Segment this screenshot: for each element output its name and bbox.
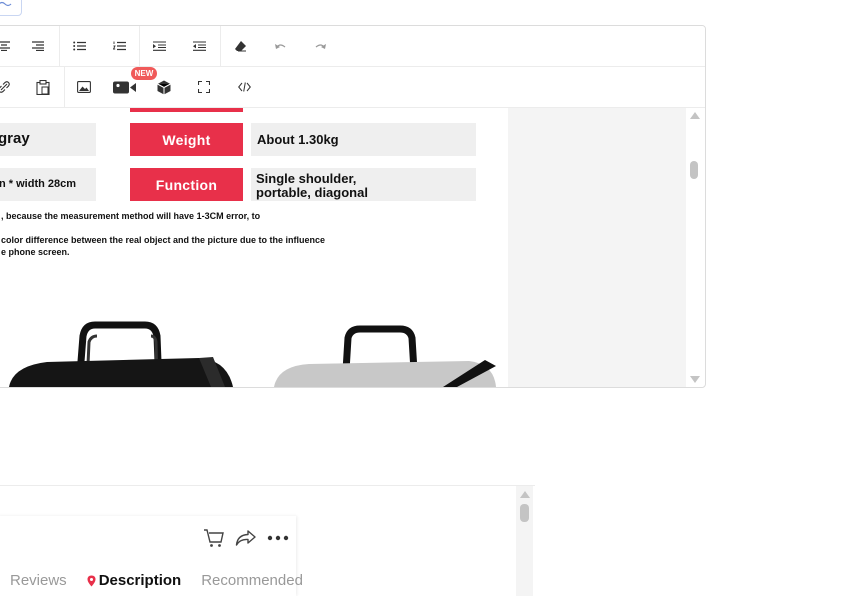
measurement-note: , because the measurement method will ha… [1, 211, 261, 221]
fullscreen-icon [198, 81, 210, 93]
image-icon [77, 81, 91, 93]
video-camera-icon [113, 81, 136, 93]
location-pin-icon [87, 575, 96, 586]
more-options-icon[interactable] [267, 535, 291, 541]
tab-reviews[interactable]: Reviews [10, 572, 67, 589]
spec-value-cell: About 1.30kg [251, 123, 476, 156]
scroll-thumb[interactable] [520, 504, 529, 522]
spec-value-cell: Single shoulder, portable, diagonal [251, 168, 476, 201]
scroll-up-arrow-icon[interactable] [520, 491, 530, 498]
gray-bag-image [274, 325, 496, 387]
spec-function-value-line1: Single shoulder, [256, 171, 357, 186]
indent-button[interactable] [148, 36, 170, 56]
outdent-button[interactable] [188, 36, 210, 56]
source-code-button[interactable] [233, 77, 255, 97]
scroll-up-arrow-icon[interactable] [690, 112, 700, 119]
clear-format-button[interactable] [229, 36, 251, 56]
spec-weight-value: About 1.30kg [257, 132, 339, 147]
product-tabs: Reviews Description Recommended [10, 572, 323, 589]
color-note-cont: e phone screen. [1, 247, 70, 257]
black-bag-image [9, 321, 233, 387]
spec-value-cell: gray [0, 123, 96, 156]
preview-scrollbar[interactable] [516, 486, 533, 596]
editor-toolbar-row-1 [0, 26, 705, 67]
toolbar-divider [220, 26, 221, 66]
rich-text-editor: NEW gray Weight About 1.30kg n * width 2… [0, 25, 706, 388]
align-center-icon [0, 41, 10, 51]
eraser-icon [234, 41, 246, 52]
spec-value-cell: n * width 28cm [0, 168, 96, 201]
link-chip[interactable] [0, 0, 22, 16]
insert-video-button[interactable] [112, 77, 138, 97]
undo-icon [274, 44, 285, 49]
link-icon [0, 81, 10, 93]
editor-toolbar-row-2: NEW [0, 67, 705, 108]
product-header-card: Reviews Description Recommended [0, 516, 303, 596]
cart-icon[interactable] [203, 528, 225, 548]
spec-size-value: n * width 28cm [0, 178, 77, 190]
insert-image-button[interactable] [73, 77, 95, 97]
numbered-list-button[interactable] [108, 36, 130, 56]
tab-recommended[interactable]: Recommended [201, 572, 303, 589]
spec-label-function: Function [130, 168, 243, 201]
toolbar-divider [139, 26, 140, 66]
spec-label-weight: Weight [130, 123, 243, 156]
tab-description-label: Description [98, 572, 182, 589]
product-preview-panel: Reviews Description Recommended [0, 485, 535, 596]
spec-label-cell-partial [130, 108, 243, 112]
editor-scrollbar[interactable] [686, 108, 703, 387]
paste-button[interactable] [32, 77, 54, 97]
link-icon [0, 1, 12, 7]
scroll-thumb[interactable] [690, 161, 698, 179]
clipboard-icon [36, 79, 50, 95]
toolbar-divider [64, 67, 65, 107]
undo-button[interactable] [269, 36, 291, 56]
tab-description[interactable]: Description [87, 572, 182, 589]
share-icon[interactable] [235, 529, 257, 547]
spec-color-value: gray [0, 130, 30, 147]
outdent-icon [192, 41, 206, 51]
spec-function-value-line2: portable, diagonal [256, 185, 368, 200]
product-actions [203, 528, 291, 548]
color-note: color difference between the real object… [1, 235, 326, 245]
align-right-icon [32, 41, 44, 51]
indent-icon [152, 41, 166, 51]
insert-3d-model-button[interactable] [153, 77, 175, 97]
fullscreen-button[interactable] [193, 77, 215, 97]
cube-icon [157, 80, 171, 94]
redo-button[interactable] [309, 36, 331, 56]
bulleted-list-icon [72, 41, 86, 51]
editor-side-panel [508, 108, 686, 387]
bulleted-list-button[interactable] [68, 36, 90, 56]
product-bag-images [9, 321, 496, 387]
scroll-down-arrow-icon[interactable] [690, 376, 700, 383]
redo-icon [315, 44, 326, 49]
code-icon [237, 82, 251, 92]
editor-content[interactable]: gray Weight About 1.30kg n * width 28cm … [0, 108, 508, 387]
toolbar-divider [59, 26, 60, 66]
numbered-list-icon [112, 41, 126, 51]
insert-link-button[interactable] [0, 77, 15, 97]
align-center-button[interactable] [0, 36, 15, 56]
align-right-button[interactable] [27, 36, 49, 56]
